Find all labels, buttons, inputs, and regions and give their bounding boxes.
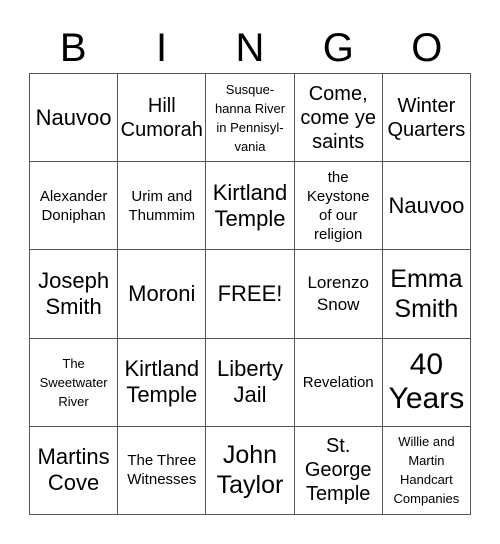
cell-label: The Three Witnesses bbox=[127, 452, 197, 489]
bingo-cell[interactable]: Moroni bbox=[118, 250, 207, 339]
bingo-cell[interactable]: Alexander Doniphan bbox=[30, 162, 119, 251]
bingo-cell[interactable]: Liberty Jail bbox=[206, 338, 295, 427]
bingo-cell[interactable]: The Three Witnesses bbox=[118, 426, 207, 515]
header-letter-o: O bbox=[411, 26, 443, 70]
cell-label: Urim and Thummim bbox=[128, 187, 196, 224]
cell-label: Winter Quarters bbox=[387, 94, 466, 141]
bingo-cell[interactable]: Joseph Smith bbox=[30, 250, 119, 339]
bingo-cell[interactable]: The Sweetwater River bbox=[30, 338, 119, 427]
bingo-cell[interactable]: Urim and Thummim bbox=[118, 162, 207, 251]
cell-label: Kirtland Temple bbox=[124, 356, 200, 408]
cell-label: Martins Cove bbox=[37, 444, 110, 496]
bingo-cell[interactable]: Hill Cumorah bbox=[118, 74, 207, 163]
bingo-cell[interactable]: Lorenzo Snow bbox=[294, 250, 383, 339]
cell-label: Hill Cumorah bbox=[120, 94, 203, 141]
bingo-cell[interactable]: Revelation bbox=[294, 338, 383, 427]
cell-label: Kirtland Temple bbox=[212, 179, 288, 231]
header-letter-i: I bbox=[156, 26, 168, 70]
bingo-cell[interactable]: John Taylor bbox=[206, 426, 295, 515]
bingo-cell[interactable]: Susque- hanna River in Pennisyl- vania bbox=[206, 74, 295, 163]
bingo-header: B I N G O bbox=[29, 24, 471, 72]
bingo-cell[interactable]: 40 Years bbox=[382, 338, 471, 427]
cell-label: the Keystone of our religion bbox=[306, 168, 370, 243]
cell-label: Joseph Smith bbox=[38, 267, 110, 319]
cell-label: The Sweetwater River bbox=[39, 355, 108, 409]
cell-label: Susque- hanna River in Pennisyl- vania bbox=[214, 81, 286, 154]
cell-label: St. George Temple bbox=[304, 435, 372, 506]
bingo-free-cell[interactable]: FREE! bbox=[206, 250, 295, 339]
cell-label: 40 Years bbox=[388, 348, 465, 416]
bingo-cell[interactable]: Emma Smith bbox=[382, 250, 471, 339]
cell-label: Lorenzo Snow bbox=[307, 272, 369, 314]
bingo-cell[interactable]: Martins Cove bbox=[30, 426, 119, 515]
bingo-cell[interactable]: the Keystone of our religion bbox=[294, 162, 383, 251]
cell-label: Moroni bbox=[128, 280, 196, 306]
bingo-cell[interactable]: Winter Quarters bbox=[382, 74, 471, 163]
cell-label: Alexander Doniphan bbox=[39, 187, 108, 224]
header-letter-b: B bbox=[59, 26, 87, 70]
bingo-cell[interactable]: Nauvoo bbox=[382, 162, 471, 251]
header-letter-n: N bbox=[235, 26, 265, 70]
bingo-cell[interactable]: Nauvoo bbox=[30, 74, 119, 163]
cell-label: Nauvoo bbox=[35, 104, 112, 130]
cell-label: Come, come ye saints bbox=[300, 82, 376, 153]
bingo-cell[interactable]: Willie and Martin Handcart Companies bbox=[382, 426, 471, 515]
bingo-cell[interactable]: St. George Temple bbox=[294, 426, 383, 515]
cell-label: Emma Smith bbox=[390, 264, 463, 323]
bingo-cell[interactable]: Kirtland Temple bbox=[206, 162, 295, 251]
cell-label: Nauvoo bbox=[388, 192, 465, 218]
bingo-card-grid: Nauvoo Hill Cumorah Susque- hanna River … bbox=[29, 73, 471, 515]
cell-label: Liberty Jail bbox=[216, 356, 284, 408]
bingo-cell[interactable]: Come, come ye saints bbox=[294, 74, 383, 163]
cell-label: John Taylor bbox=[216, 441, 284, 500]
header-letter-g: G bbox=[322, 26, 354, 70]
cell-label: Revelation bbox=[302, 373, 374, 391]
cell-label: Willie and Martin Handcart Companies bbox=[393, 434, 460, 507]
free-space-label: FREE! bbox=[217, 280, 283, 306]
bingo-cell[interactable]: Kirtland Temple bbox=[118, 338, 207, 427]
